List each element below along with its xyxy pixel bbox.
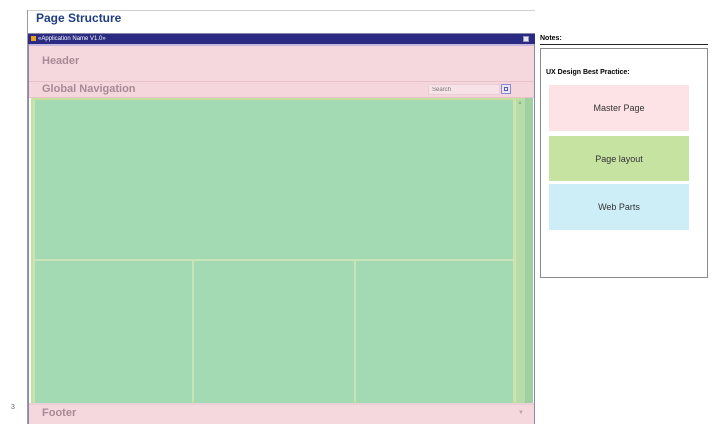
header-label: Header: [42, 55, 80, 67]
search-input[interactable]: [428, 84, 500, 95]
content-zone-center: [194, 261, 354, 403]
content-side-strip: [525, 98, 533, 403]
scroll-up-icon[interactable]: ▲: [517, 100, 523, 106]
page-layout-card: Page layout: [549, 136, 689, 181]
footer-label: Footer: [42, 407, 77, 419]
content-zone-right: [356, 261, 513, 403]
maximize-button[interactable]: [523, 36, 529, 42]
scroll-down-icon[interactable]: ▼: [518, 410, 524, 416]
page-number: 3: [11, 404, 15, 411]
notes-divider: [540, 44, 708, 45]
app-icon: [31, 36, 36, 41]
footer-region: [29, 403, 534, 424]
web-parts-card: Web Parts: [549, 184, 689, 230]
vertical-scrollbar[interactable]: [515, 99, 525, 403]
header-region: [29, 44, 534, 81]
app-name: «Application Name V1.0»: [38, 36, 106, 42]
search-icon[interactable]: [501, 84, 511, 94]
content-zone-top: [35, 100, 513, 259]
best-practice-title: UX Design Best Practice:: [546, 69, 630, 76]
master-page-card: Master Page: [549, 85, 689, 131]
global-navigation-label: Global Navigation: [42, 83, 136, 95]
page-title: Page Structure: [36, 11, 122, 25]
notes-label: Notes:: [540, 35, 562, 42]
content-zone-left: [35, 261, 192, 403]
